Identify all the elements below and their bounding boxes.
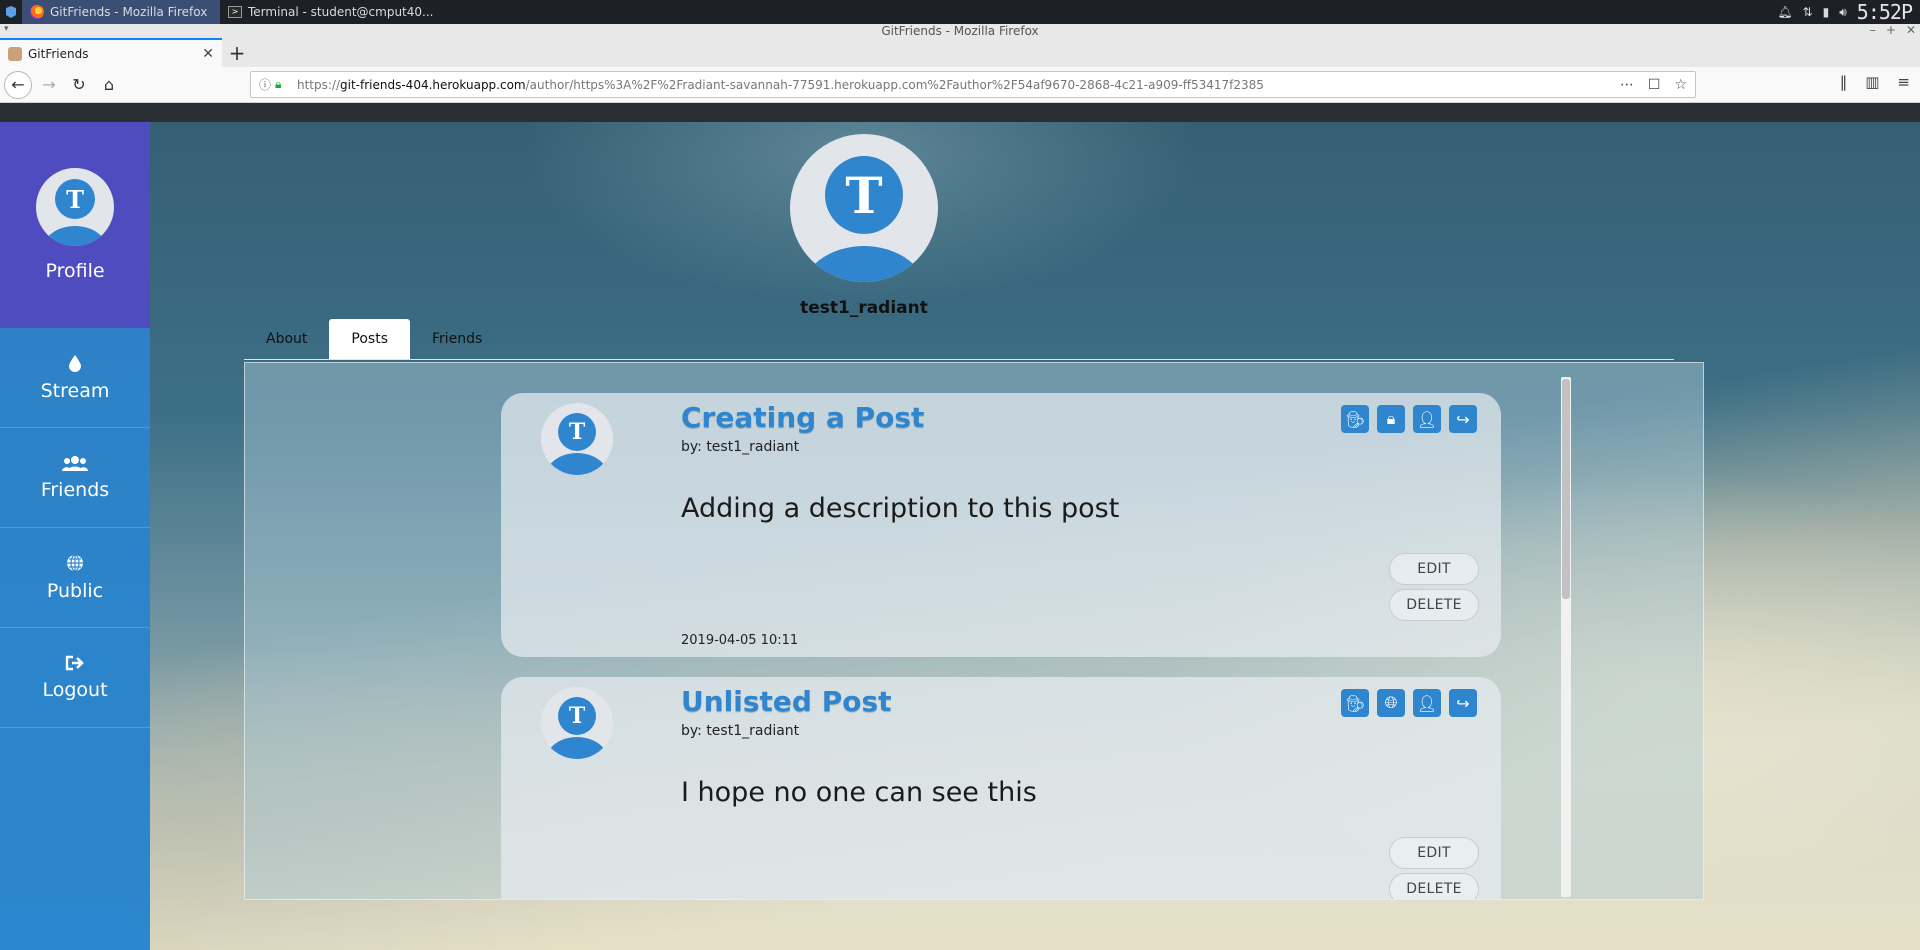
posts-feed: T Creating a Post by: test1_radiant 🕵︎ 🔒… — [244, 362, 1704, 900]
post-title[interactable]: Creating a Post — [681, 401, 924, 434]
post-description: Adding a description to this post — [681, 493, 1120, 524]
avatar-letter: T — [55, 179, 95, 219]
taskbar-item-label: Terminal - student@cmput40... — [248, 5, 434, 19]
post-card: T Creating a Post by: test1_radiant 🕵︎ 🔒… — [501, 393, 1501, 657]
forward-button[interactable]: → — [34, 70, 64, 100]
post-description: I hope no one can see this — [681, 777, 1037, 808]
profile-avatar: T — [790, 134, 938, 282]
avatar-letter: T — [558, 697, 596, 735]
taskbar-item-firefox[interactable]: GitFriends - Mozilla Firefox — [22, 0, 220, 24]
contact-card-icon[interactable]: 👤︎ — [1413, 405, 1441, 433]
delete-button[interactable]: DELETE — [1389, 873, 1479, 899]
page-content: T Profile Stream Friends Public Logout T… — [0, 122, 1920, 950]
terminal-icon: > — [228, 6, 242, 18]
url-bar[interactable]: ⓘ 🔒︎ https://git-friends-404.herokuapp.c… — [250, 71, 1696, 98]
page-actions-icon[interactable]: ⋯ — [1620, 77, 1634, 93]
share-icon[interactable]: ↪ — [1449, 405, 1477, 433]
sidebar-item-stream[interactable]: Stream — [0, 328, 150, 428]
window-menu-icon[interactable]: ▾ — [4, 24, 9, 34]
avatar-letter: T — [825, 156, 903, 234]
tab-posts[interactable]: Posts — [329, 319, 410, 359]
edit-button[interactable]: EDIT — [1389, 553, 1479, 585]
os-taskbar: GitFriends - Mozilla Firefox > Terminal … — [0, 0, 1920, 24]
globe-icon[interactable]: 🌐︎ — [1377, 689, 1405, 717]
system-tray: 🔔︎ ⇅ ▮ 🔊︎ 5:52P — [1777, 0, 1920, 24]
sidebar-item-profile[interactable]: T Profile — [0, 122, 150, 328]
browser-navbar: ← → ↻ ⌂ ⓘ 🔒︎ https://git-friends-404.her… — [0, 67, 1920, 103]
bookmark-star-icon[interactable]: ☆ — [1674, 77, 1687, 93]
droplet-icon — [68, 354, 82, 376]
sidebar-item-label: Public — [46, 579, 104, 602]
sidebar-item-label: Stream — [40, 379, 110, 402]
browser-tab-title: GitFriends — [28, 46, 89, 61]
sign-out-icon — [65, 655, 85, 675]
url-prefix: https:// — [297, 77, 341, 92]
share-icon[interactable]: ↪ — [1449, 689, 1477, 717]
profile-tabs: About Posts Friends — [244, 319, 1674, 360]
bell-icon[interactable]: 🔔︎ — [1777, 5, 1792, 19]
post-author: by: test1_radiant — [681, 439, 800, 455]
globe-icon — [66, 553, 84, 576]
taskbar-item-terminal[interactable]: > Terminal - student@cmput40... — [220, 0, 460, 24]
user-secret-icon[interactable]: 🕵︎ — [1341, 405, 1369, 433]
sidebar: T Profile Stream Friends Public Logout — [0, 122, 150, 950]
firefox-icon — [30, 5, 44, 19]
tab-close-icon[interactable]: ✕ — [202, 46, 214, 62]
scrollbar-thumb[interactable] — [1562, 379, 1570, 599]
avatar-letter: T — [558, 413, 596, 451]
library-icon[interactable]: ‖ — [1840, 73, 1848, 91]
tab-friends[interactable]: Friends — [410, 319, 504, 359]
lock-icon[interactable]: 🔒︎ — [1377, 405, 1405, 433]
hamburger-menu-icon[interactable]: ≡ — [1897, 73, 1910, 91]
window-titlebar: ▾ GitFriends - Mozilla Firefox – + ✕ — [0, 23, 1920, 38]
post-icons: 🕵︎ 🌐︎ 👤︎ ↪ — [1341, 689, 1477, 717]
post-author: by: test1_radiant — [681, 723, 800, 739]
users-icon — [62, 455, 88, 475]
user-secret-icon[interactable]: 🕵︎ — [1341, 689, 1369, 717]
browser-tabbar: GitFriends ✕ + — [0, 38, 1920, 67]
sidebar-item-public[interactable]: Public — [0, 528, 150, 628]
close-icon[interactable]: ✕ — [1906, 23, 1916, 37]
minimize-icon[interactable]: – — [1870, 23, 1876, 37]
url-host: git-friends-404.herokuapp.com — [340, 77, 526, 92]
edit-button[interactable]: EDIT — [1389, 837, 1479, 869]
battery-icon[interactable]: ▮ — [1823, 5, 1830, 19]
post-avatar: T — [541, 687, 613, 759]
url-path: /author/https%3A%2F%2Fradiant-savannah-7… — [525, 77, 1264, 92]
maximize-icon[interactable]: + — [1886, 23, 1896, 37]
lock-icon[interactable]: 🔒︎ — [275, 77, 291, 92]
feed-scrollbar[interactable] — [1561, 377, 1571, 897]
browser-tab[interactable]: GitFriends ✕ — [0, 38, 222, 67]
tab-about[interactable]: About — [244, 319, 329, 359]
os-menu-icon[interactable] — [0, 0, 22, 24]
volume-icon[interactable]: 🔊︎ — [1839, 5, 1847, 20]
sidebar-item-friends[interactable]: Friends — [0, 428, 150, 528]
back-button[interactable]: ← — [4, 70, 32, 99]
post-card: T Unlisted Post by: test1_radiant 🕵︎ 🌐︎ … — [501, 677, 1501, 899]
post-icons: 🕵︎ 🔒︎ 👤︎ ↪ — [1341, 405, 1477, 433]
reload-button[interactable]: ↻ — [64, 70, 94, 100]
avatar: T — [36, 168, 114, 246]
sidebar-item-label: Profile — [45, 260, 105, 282]
sidebar-item-label: Logout — [42, 678, 108, 701]
new-tab-button[interactable]: + — [222, 38, 252, 67]
info-icon[interactable]: ⓘ — [259, 76, 275, 93]
clock[interactable]: 5:52P — [1857, 0, 1913, 24]
post-avatar: T — [541, 403, 613, 475]
post-title[interactable]: Unlisted Post — [681, 685, 892, 718]
delete-button[interactable]: DELETE — [1389, 589, 1479, 621]
home-button[interactable]: ⌂ — [94, 70, 124, 100]
sidebar-item-logout[interactable]: Logout — [0, 628, 150, 728]
post-timestamp: 2019-04-05 10:11 — [681, 633, 799, 648]
contact-card-icon[interactable]: 👤︎ — [1413, 689, 1441, 717]
taskbar-item-label: GitFriends - Mozilla Firefox — [50, 5, 208, 19]
sidebar-item-label: Friends — [40, 478, 110, 501]
window-title: GitFriends - Mozilla Firefox — [881, 24, 1039, 38]
pocket-icon[interactable]: ☐ — [1648, 77, 1661, 93]
network-icon[interactable]: ⇅ — [1803, 5, 1813, 19]
sidebar-toggle-icon[interactable]: ▥ — [1865, 73, 1879, 91]
profile-username: test1_radiant — [800, 298, 928, 318]
favicon-icon — [8, 46, 22, 61]
